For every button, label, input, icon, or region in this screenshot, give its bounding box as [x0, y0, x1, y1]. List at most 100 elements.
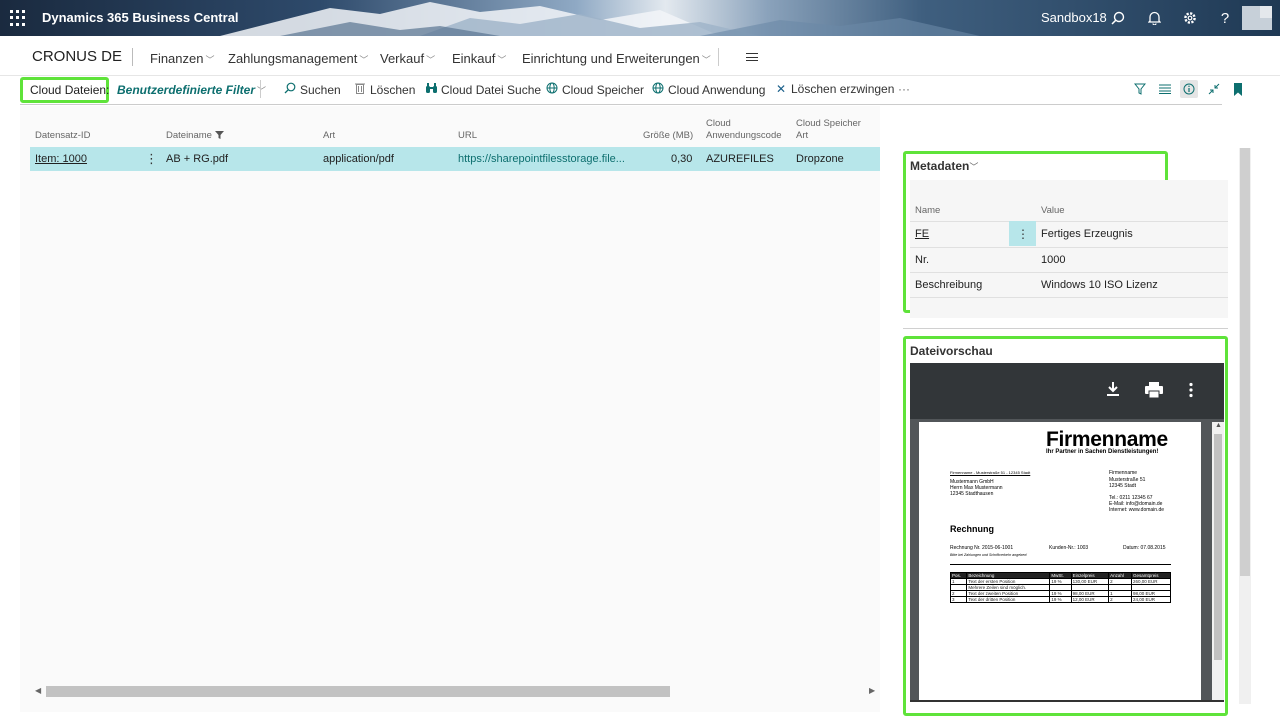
doc-customer-no: Kunden-Nr.: 1003	[1049, 545, 1089, 551]
avatar[interactable]	[1242, 6, 1272, 30]
cloud-application-label: Cloud Anwendung	[668, 82, 766, 97]
more-options-icon[interactable]	[1189, 382, 1193, 401]
column-header-filename[interactable]: Dateiname	[166, 130, 224, 142]
row-actions-icon[interactable]: ⋮	[1017, 227, 1029, 241]
download-icon[interactable]	[1106, 381, 1120, 400]
row-divider	[910, 247, 1228, 248]
nav-item-verkauf[interactable]: Verkauf ﹀	[380, 51, 435, 66]
column-header-size[interactable]: Größe (MB)	[643, 130, 693, 142]
delete-button-label: Löschen	[370, 82, 416, 97]
app-launcher-icon[interactable]	[10, 10, 26, 26]
help-icon[interactable]: ?	[1215, 8, 1235, 28]
nav-item-label: Finanzen	[150, 51, 204, 66]
globe-icon	[652, 82, 664, 97]
row-actions-icon[interactable]: ⋮	[145, 151, 158, 167]
search-button[interactable]: Suchen	[284, 82, 341, 97]
doc-sender-line: Firmenname - Musterstraße 51 - 12345 Sta…	[950, 470, 1031, 475]
factbox-scrollbar[interactable]	[1239, 148, 1251, 704]
scroll-right-icon[interactable]: ▶	[869, 686, 875, 695]
search-button-label: Suchen	[300, 82, 341, 97]
record-list	[20, 106, 880, 712]
column-header-label: Dateiname	[166, 130, 212, 141]
doc-company-block-1: Firmenname	[1109, 470, 1138, 476]
bell-icon[interactable]	[1144, 8, 1164, 28]
pdf-scrollbar[interactable]	[1212, 422, 1224, 700]
chevron-down-icon: ﹀	[497, 55, 507, 65]
list-view-icon[interactable]	[1156, 80, 1174, 98]
bookmark-icon[interactable]	[1229, 80, 1247, 98]
doc-td: 24,00 EUR	[1131, 596, 1171, 603]
cloud-application-button[interactable]: Cloud Anwendung	[652, 82, 765, 97]
action-divider	[260, 80, 261, 98]
doc-note: Bitte bei Zahlungen und Schriftverkehr a…	[950, 553, 1028, 557]
print-icon[interactable]	[1145, 382, 1163, 401]
metadata-name-cell: Beschreibung	[915, 279, 983, 291]
nav-item-label: Zahlungsmanagement	[228, 51, 358, 66]
globe-icon	[546, 82, 558, 97]
collapse-icon[interactable]	[1205, 80, 1223, 98]
metadata-header-value: Value	[1041, 205, 1065, 216]
metadata-title-label: Metadaten	[910, 159, 970, 173]
cloud-storage-button[interactable]: Cloud Speicher	[546, 82, 644, 97]
chevron-down-icon: ﹀	[426, 55, 436, 65]
app-title[interactable]: Dynamics 365 Business Central	[42, 10, 239, 25]
search-icon	[284, 82, 296, 97]
column-header-url[interactable]: URL	[458, 130, 477, 142]
metadata-name-cell[interactable]: FE	[915, 228, 929, 240]
search-icon[interactable]	[1108, 8, 1128, 28]
navigation-bar: CRONUS DE Finanzen ﹀ Zahlungsmanagement ﹀ …	[0, 36, 1280, 76]
nav-item-zahlungsmanagement[interactable]: Zahlungsmanagement ﹀	[228, 51, 368, 66]
gear-icon[interactable]	[1180, 8, 1200, 28]
delete-button[interactable]: Löschen	[354, 82, 415, 97]
doc-td: 19 %	[1049, 596, 1072, 603]
url-cell[interactable]: https://sharepointfilesstorage.file...	[458, 153, 625, 165]
chevron-down-icon: ﹀	[359, 55, 369, 65]
more-actions-button[interactable]: ···	[898, 82, 910, 96]
record-id-link[interactable]: Item: 1000	[35, 153, 87, 165]
cloud-file-search-button[interactable]: Cloud Datei Suche	[425, 82, 541, 97]
top-banner: Dynamics 365 Business Central Sandbox18 …	[0, 0, 1280, 36]
cloud-file-search-label: Cloud Datei Suche	[441, 82, 542, 97]
nav-item-einrichtung[interactable]: Einrichtung und Erweiterungen ﹀	[522, 51, 711, 66]
doc-rule	[950, 564, 1171, 565]
column-header-storage-type[interactable]: Cloud Speicher Art	[796, 118, 861, 142]
force-delete-label: Löschen erzwingen	[791, 82, 895, 96]
action-bar-divider	[20, 104, 1222, 105]
nav-divider	[718, 48, 719, 66]
column-header-type[interactable]: Art	[323, 130, 335, 142]
scroll-left-icon[interactable]: ◀	[35, 686, 41, 695]
force-delete-button[interactable]: ✕ Löschen erzwingen	[775, 82, 894, 96]
chevron-down-icon: ﹀	[205, 55, 215, 65]
storage-type-cell: Dropzone	[796, 153, 844, 165]
metadata-value-cell: Windows 10 ISO Lizenz	[1041, 279, 1158, 291]
info-pane-icon[interactable]	[1180, 80, 1198, 98]
page-title: Cloud Dateien:	[30, 83, 110, 97]
custom-filter-dropdown[interactable]: Benutzerdefinierte Filter ﹀	[117, 83, 266, 97]
doc-company-block-7: Internet: www.domain.de	[1109, 507, 1165, 513]
metadata-title[interactable]: Metadaten﹀	[910, 159, 978, 173]
scroll-up-icon[interactable]: ▲	[1215, 422, 1222, 429]
chevron-down-icon: ﹀	[701, 55, 711, 65]
type-cell: application/pdf	[323, 153, 394, 165]
hamburger-menu-icon[interactable]	[746, 53, 758, 64]
filter-icon[interactable]	[1131, 80, 1149, 98]
doc-recipient-3: 12345 Stadthausen	[950, 491, 994, 497]
doc-invoice-no: Rechnung Nr. 2015-06-1001	[950, 545, 1014, 551]
column-header-record-id[interactable]: Datensatz-ID	[35, 130, 90, 142]
x-icon: ✕	[775, 82, 787, 96]
nav-divider	[132, 48, 133, 66]
row-divider	[910, 221, 1228, 222]
doc-td: 3	[949, 596, 968, 603]
nav-item-finanzen[interactable]: Finanzen ﹀	[150, 51, 215, 66]
doc-date: Datum: 07.08.2015	[1123, 545, 1166, 551]
row-divider	[910, 272, 1228, 273]
company-name[interactable]: CRONUS DE	[32, 48, 122, 65]
doc-items-table: Pos. Bezeichnung MwSt. Einzelpreis Anzah…	[949, 572, 1171, 603]
horizontal-scrollbar[interactable]	[46, 686, 670, 697]
pdf-toolbar	[910, 363, 1224, 419]
nav-item-einkauf[interactable]: Einkauf ﹀	[452, 51, 506, 66]
filename-cell: AB + RG.pdf	[166, 153, 229, 165]
app-code-cell: AZUREFILES	[706, 153, 774, 165]
column-header-app-code[interactable]: Cloud Anwendungscode	[706, 118, 782, 142]
nav-item-label: Einkauf	[452, 51, 496, 66]
